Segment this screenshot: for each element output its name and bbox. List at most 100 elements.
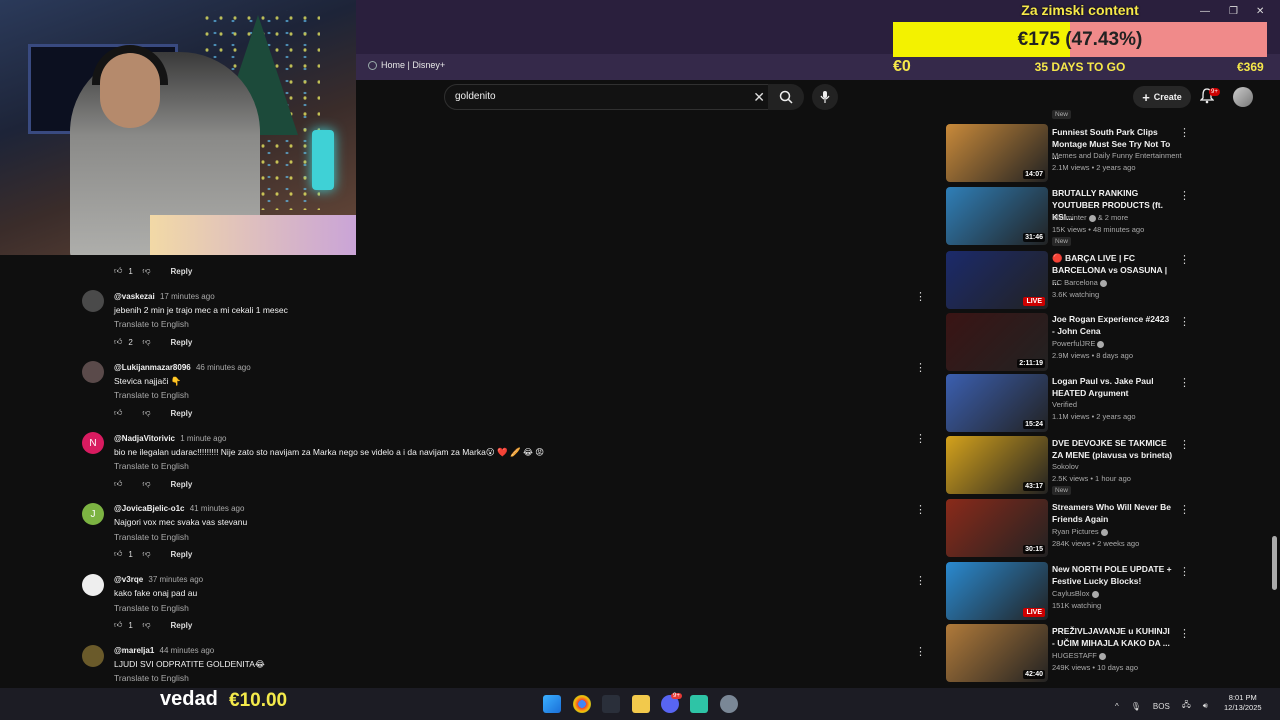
comment-avatar[interactable]: J (82, 503, 104, 525)
comment-author[interactable]: @Lukijanmazar8096 (114, 363, 191, 372)
translate-link[interactable]: Translate to English (114, 461, 189, 471)
microphone-tray-icon[interactable]: 🎙︎ (1131, 702, 1141, 711)
comment-time[interactable]: 17 minutes ago (160, 292, 215, 301)
comment-time[interactable]: 37 minutes ago (148, 575, 203, 584)
video-menu-icon[interactable]: ⋮ (1179, 315, 1190, 328)
reply-button[interactable]: Reply (171, 409, 193, 418)
dislike-icon[interactable]: 👎︎ (142, 337, 150, 347)
video-channel[interactable]: Sokolov (1052, 462, 1079, 471)
comment-time[interactable]: 1 minute ago (180, 434, 226, 443)
reply-button[interactable]: Reply (171, 338, 193, 347)
video-title[interactable]: New NORTH POLE UPDATE + Festive Lucky Bl… (1052, 563, 1174, 587)
dislike-icon[interactable]: 👎︎ (142, 266, 150, 276)
language-indicator[interactable]: BOS (1153, 702, 1170, 711)
reply-button[interactable]: Reply (171, 480, 193, 489)
video-channel[interactable]: FC Barcelona (1052, 278, 1107, 287)
comment-author[interactable]: @JovicaBjelic-o1c (114, 504, 185, 513)
video-title[interactable]: DVE DEVOJKE SE TAKMICE ZA MENE (plavusa … (1052, 437, 1174, 461)
chevron-up-icon[interactable]: ^ (1115, 702, 1119, 711)
comment-avatar[interactable] (82, 290, 104, 312)
volume-icon[interactable]: 🔊︎ (1203, 701, 1208, 711)
video-thumbnail[interactable]: LIVE (946, 251, 1048, 309)
video-thumbnail[interactable]: 31:46 (946, 187, 1048, 245)
video-title[interactable]: Streamers Who Will Never Be Friends Agai… (1052, 501, 1174, 525)
video-menu-icon[interactable]: ⋮ (1179, 253, 1190, 266)
clear-search-icon[interactable]: ✕ (753, 89, 765, 106)
video-menu-icon[interactable]: ⋮ (1179, 627, 1190, 640)
comment-menu-icon[interactable]: ⋮ (915, 432, 926, 445)
comment-author[interactable]: @NadjaVitorivic (114, 434, 175, 443)
comment-avatar[interactable] (82, 361, 104, 383)
windows-start-icon[interactable] (543, 695, 561, 713)
translate-link[interactable]: Translate to English (114, 532, 189, 542)
video-thumbnail[interactable]: 14:07 (946, 124, 1048, 182)
video-thumbnail[interactable]: 2:11:19 (946, 313, 1048, 371)
search-input[interactable]: goldenito ✕ (444, 84, 774, 110)
video-thumbnail[interactable]: 43:17 (946, 436, 1048, 494)
voice-search-button[interactable] (812, 84, 838, 110)
dislike-icon[interactable]: 👎︎ (142, 620, 150, 630)
settings-icon[interactable] (720, 695, 738, 713)
video-title[interactable]: PREŽIVLJAVANJE u KUHINJI - UČIM MIHAJLA … (1052, 625, 1174, 649)
network-icon[interactable]: 🖧︎ (1182, 699, 1191, 713)
translate-link[interactable]: Translate to English (114, 673, 189, 683)
page-scrollbar[interactable] (1272, 536, 1277, 590)
video-channel[interactable]: CaylusBlox (1052, 589, 1099, 598)
video-thumbnail[interactable]: LIVE (946, 562, 1048, 620)
dislike-icon[interactable]: 👎︎ (142, 549, 150, 559)
obs-icon[interactable] (690, 695, 708, 713)
translate-link[interactable]: Translate to English (114, 319, 189, 329)
video-menu-icon[interactable]: ⋮ (1179, 126, 1190, 139)
dislike-icon[interactable]: 👎︎ (142, 479, 150, 489)
video-channel[interactable]: Miniminter & 2 more (1052, 213, 1128, 222)
video-thumbnail[interactable]: 42:40 (946, 624, 1048, 682)
video-channel[interactable]: Ryan Pictures (1052, 527, 1108, 536)
translate-link[interactable]: Translate to English (114, 390, 189, 400)
like-icon[interactable]: 👍︎ (114, 408, 122, 418)
comment-menu-icon[interactable]: ⋮ (915, 503, 926, 516)
video-menu-icon[interactable]: ⋮ (1179, 438, 1190, 451)
steam-icon[interactable] (602, 695, 620, 713)
file-explorer-icon[interactable] (632, 695, 650, 713)
create-button[interactable]: + Create (1133, 86, 1191, 108)
reply-button[interactable]: Reply (171, 267, 193, 276)
bookmark-home-disney[interactable]: Home | Disney+ (368, 60, 445, 70)
comment-author[interactable]: @vaskezai (114, 292, 155, 301)
comment-time[interactable]: 46 minutes ago (196, 363, 251, 372)
like-icon[interactable]: 👍︎ (114, 549, 122, 559)
comment-time[interactable]: 41 minutes ago (190, 504, 245, 513)
clock[interactable]: 8:01 PM 12/13/2025 (1224, 693, 1262, 713)
translate-link[interactable]: Translate to English (114, 603, 189, 613)
account-avatar[interactable] (1233, 87, 1253, 107)
video-thumbnail[interactable]: 15:24 (946, 374, 1048, 432)
video-thumbnail[interactable]: 30:15 (946, 499, 1048, 557)
reply-button[interactable]: Reply (171, 621, 193, 630)
comment-menu-icon[interactable]: ⋮ (915, 290, 926, 303)
reply-button[interactable]: Reply (171, 550, 193, 559)
video-title[interactable]: Joe Rogan Experience #2423 - John Cena (1052, 313, 1174, 337)
video-channel[interactable]: Verified (1052, 400, 1077, 409)
like-icon[interactable]: 👍︎ (114, 337, 122, 347)
like-icon[interactable]: 👍︎ (114, 620, 122, 630)
video-channel[interactable]: Memes and Daily Funny Entertainment (1052, 151, 1182, 160)
comment-author[interactable]: @v3rqe (114, 575, 143, 584)
video-menu-icon[interactable]: ⋮ (1179, 189, 1190, 202)
comment-time[interactable]: 44 minutes ago (160, 646, 215, 655)
search-button[interactable] (768, 84, 804, 110)
like-icon[interactable]: 👍︎ (114, 266, 122, 276)
video-menu-icon[interactable]: ⋮ (1179, 376, 1190, 389)
video-channel[interactable]: HUGESTAFF (1052, 651, 1106, 660)
video-channel[interactable]: PowerfulJRE (1052, 339, 1105, 348)
comment-menu-icon[interactable]: ⋮ (915, 574, 926, 587)
video-menu-icon[interactable]: ⋮ (1179, 565, 1190, 578)
comment-avatar[interactable] (82, 645, 104, 667)
comment-avatar[interactable]: N (82, 432, 104, 454)
comment-avatar[interactable] (82, 574, 104, 596)
like-icon[interactable]: 👍︎ (114, 479, 122, 489)
video-menu-icon[interactable]: ⋮ (1179, 503, 1190, 516)
comment-menu-icon[interactable]: ⋮ (915, 645, 926, 658)
comment-author[interactable]: @marelja1 (114, 646, 154, 655)
dislike-icon[interactable]: 👎︎ (142, 408, 150, 418)
comment-menu-icon[interactable]: ⋮ (915, 361, 926, 374)
video-title[interactable]: Logan Paul vs. Jake Paul HEATED Argument (1052, 375, 1174, 399)
